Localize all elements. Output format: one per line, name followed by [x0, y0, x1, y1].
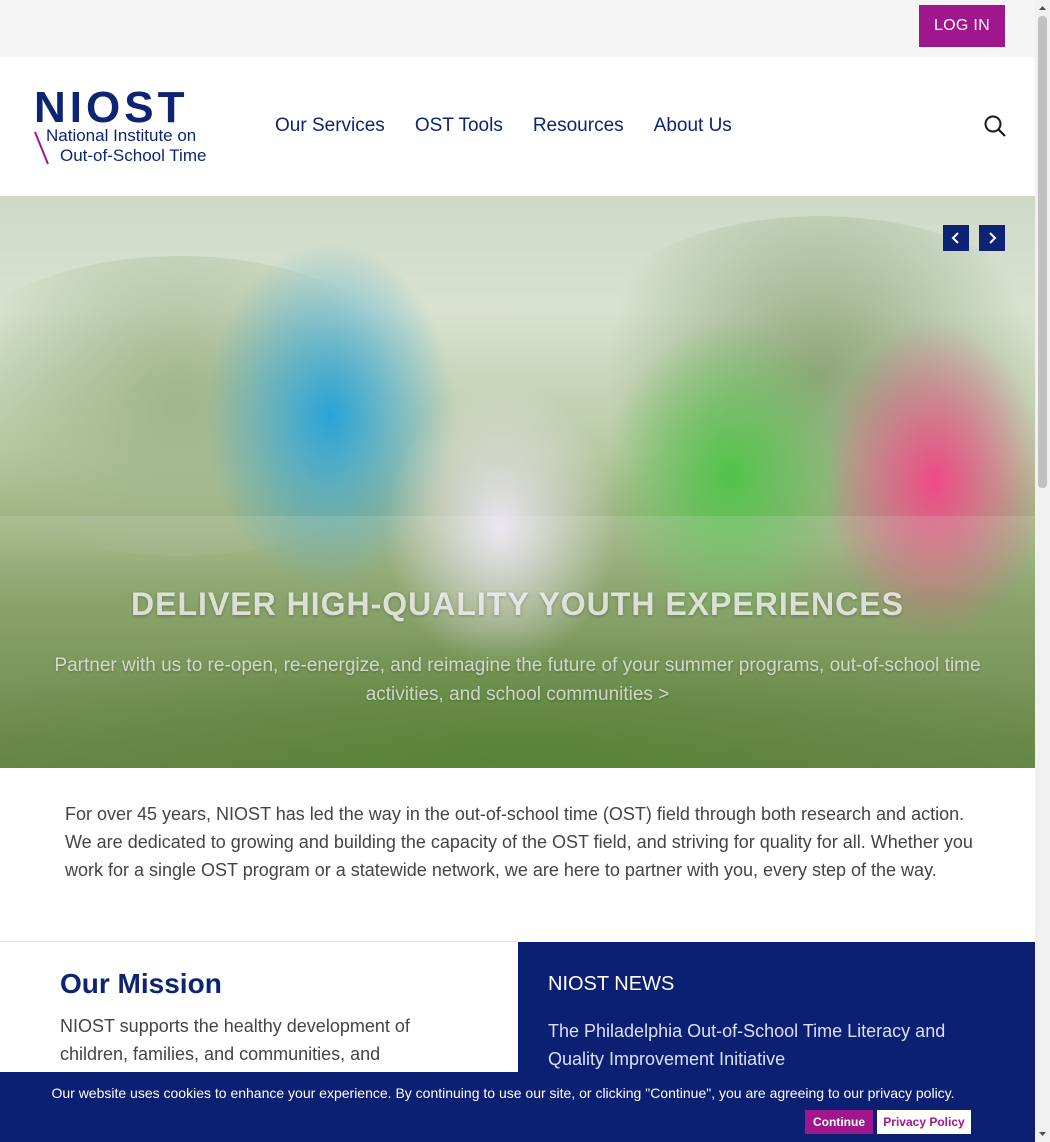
hero-subtitle-link[interactable]: Partner with us to re-open, re-energize,… [40, 651, 995, 709]
nav-resources[interactable]: Resources [533, 115, 624, 137]
cookie-banner: Our website uses cookies to enhance your… [0, 1072, 1035, 1142]
nav-about-us[interactable]: About Us [654, 115, 732, 137]
privacy-policy-button[interactable]: Privacy Policy [877, 1110, 971, 1134]
login-button[interactable]: LOG IN [919, 5, 1005, 47]
cookie-message: Our website uses cookies to enhance your… [51, 1085, 955, 1101]
slider-next-button[interactable] [979, 225, 1005, 251]
scroll-up-arrow-icon[interactable] [1035, 2, 1050, 14]
niost-logo[interactable]: NIOST National Institute on Out-of-Schoo… [34, 83, 219, 168]
site-header: NIOST National Institute on Out-of-Schoo… [0, 57, 1035, 196]
nav-our-services[interactable]: Our Services [275, 115, 385, 137]
logo-subtitle-line2: Out-of-School Time [60, 146, 207, 165]
scroll-down-arrow-icon[interactable] [1035, 1128, 1050, 1140]
news-item-link[interactable]: The Philadelphia Out-of-School Time Lite… [548, 1017, 968, 1073]
intro-paragraph: For over 45 years, NIOST has led the way… [65, 804, 973, 880]
logo-wordmark: NIOST [34, 83, 189, 132]
main-nav: Our Services OST Tools Resources About U… [275, 115, 732, 137]
chevron-right-icon [989, 232, 997, 244]
news-title: NIOST NEWS [548, 973, 675, 995]
hero-text-overlay [0, 516, 1035, 768]
nav-ost-tools[interactable]: OST Tools [415, 115, 503, 137]
search-icon[interactable] [983, 114, 1007, 138]
mission-text: NIOST supports the healthy development o… [60, 1016, 410, 1064]
scrollbar-thumb[interactable] [1038, 16, 1047, 488]
chevron-left-icon [951, 232, 959, 244]
top-bar: LOG IN [0, 0, 1035, 57]
hero-title: DELIVER HIGH-QUALITY YOUTH EXPERIENCES [131, 586, 904, 622]
logo-subtitle-line1: National Institute on [46, 126, 197, 145]
page-scrollbar[interactable] [1035, 0, 1050, 1142]
mission-title: Our Mission [60, 968, 222, 999]
cookie-continue-button[interactable]: Continue [805, 1110, 873, 1134]
slider-prev-button[interactable] [943, 225, 969, 251]
hero-slider: DELIVER HIGH-QUALITY YOUTH EXPERIENCES P… [0, 196, 1035, 768]
